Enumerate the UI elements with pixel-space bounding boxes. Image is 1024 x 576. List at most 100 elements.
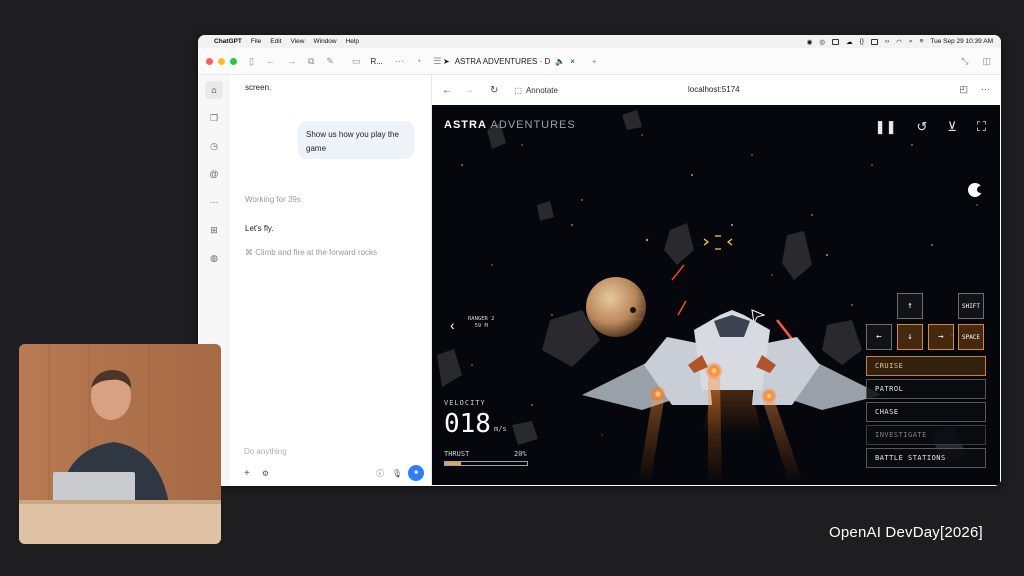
joystick-icon[interactable]: ⊻	[947, 119, 957, 135]
key-space[interactable]: SPACE	[958, 324, 984, 350]
velocity-label: VELOCITY	[444, 399, 486, 407]
clock-text[interactable]: Tue Sep 29 10:39 AM	[930, 38, 993, 45]
sidebar-toggle-icon[interactable]: ▯	[249, 56, 254, 67]
braces-icon[interactable]: {}	[860, 38, 864, 45]
browser-tab-title: ASTRA ADVENTURES · D	[454, 57, 551, 66]
new-window-icon[interactable]: ⧉	[308, 56, 314, 67]
chevron-left-icon[interactable]: ‹	[450, 317, 455, 333]
add-attachment-icon[interactable]: +	[244, 468, 250, 479]
collapse-icon[interactable]: ⤡	[961, 56, 968, 67]
mode-battle-stations[interactable]: BATTLE STATIONS	[866, 448, 986, 468]
browser-pane: ← → ↻ ⬚ Annotate localhost:5174 ◰ ··· AS…	[431, 75, 1001, 486]
search-icon[interactable]: ⌕	[909, 38, 913, 46]
annotate-icon: ⬚	[514, 85, 522, 95]
extension-icon[interactable]: ◰	[959, 84, 968, 95]
game-title: ASTRA ADVENTURES	[444, 119, 576, 131]
forward-icon[interactable]: →	[287, 56, 296, 66]
ranger-marker: RANGER 2 59 M	[468, 316, 495, 330]
menu-window[interactable]: Window	[313, 38, 336, 45]
checklist-icon[interactable]: ☰	[433, 56, 441, 67]
control-center-icon[interactable]: ≡	[920, 38, 924, 45]
moon-icon[interactable]	[968, 183, 984, 197]
close-window-button[interactable]	[206, 57, 213, 65]
microphone-icon[interactable]: 🎙	[392, 469, 402, 478]
user-message-text: Show us how you play the game	[306, 130, 399, 153]
annotate-button[interactable]: ⬚ Annotate	[514, 86, 558, 95]
back-icon[interactable]: ←	[266, 56, 275, 66]
composer-bar: + ⚙ ⓘ 🎙 ■	[238, 463, 424, 483]
browser-tab[interactable]: ➤ ASTRA ADVENTURES · D 🔈 × +	[443, 48, 597, 75]
chat-panel: screen. Show us how you play the game Wo…	[230, 75, 431, 486]
jupiter-planet	[586, 277, 646, 337]
battery-icon[interactable]	[870, 38, 878, 45]
browser-menu-icon[interactable]: ···	[981, 84, 990, 94]
mode-cruise[interactable]: CRUISE	[866, 356, 986, 376]
mode-chase[interactable]: CHASE	[866, 402, 986, 422]
pause-icon[interactable]: ❚❚	[875, 119, 897, 135]
reload-icon[interactable]: ↻	[490, 85, 498, 96]
menu-help[interactable]: Help	[346, 38, 359, 45]
shield-icon[interactable]: ◍	[205, 249, 223, 267]
speaker-icon[interactable]: 🔈	[555, 57, 565, 66]
mode-investigate[interactable]: INVESTIGATE	[866, 425, 986, 445]
more-options-icon[interactable]: ···	[205, 193, 223, 211]
working-status[interactable]: Working for 39s	[245, 195, 301, 204]
fullscreen-icon[interactable]: ⛶	[977, 119, 986, 135]
apps-grid-icon[interactable]: ⊞	[205, 221, 223, 239]
compose-icon[interactable]: ✎	[326, 56, 334, 67]
devday-brand: OpenAI DevDay[2026]	[829, 524, 983, 541]
stop-button[interactable]: ■	[408, 465, 424, 481]
browser-forward-icon[interactable]: →	[464, 85, 474, 96]
new-tab-icon[interactable]: +	[592, 57, 597, 66]
cursor-tab-icon: ➤	[443, 57, 450, 66]
thrust-bar[interactable]	[444, 461, 528, 466]
key-shift[interactable]: SHIFT	[958, 293, 984, 319]
menu-file[interactable]: File	[251, 38, 261, 45]
gauge-icon[interactable]: ◔	[416, 56, 421, 66]
history-icon[interactable]: ◷	[205, 137, 223, 155]
code-icon[interactable]: ‹›	[885, 38, 889, 45]
home-icon[interactable]: ⌂	[205, 81, 223, 99]
target-icon[interactable]: ◎	[819, 38, 825, 46]
record-icon[interactable]: ◉	[807, 38, 813, 46]
split-view-icon[interactable]: ◫	[982, 56, 991, 67]
user-message-bubble: Show us how you play the game	[298, 121, 414, 159]
address-bar: ← → ↻ ⬚ Annotate localhost:5174 ◰ ···	[432, 75, 1001, 105]
wifi-icon[interactable]: ◠	[896, 38, 902, 46]
key-up[interactable]: ↑	[897, 293, 923, 319]
ranger-name: RANGER 2	[468, 316, 495, 322]
zoom-window-button[interactable]	[230, 57, 237, 65]
window-icon[interactable]	[832, 38, 840, 45]
key-right[interactable]: →	[928, 324, 954, 350]
info-icon[interactable]: ⓘ	[376, 468, 384, 479]
mention-icon[interactable]: @	[205, 165, 223, 183]
mode-patrol[interactable]: PATROL	[866, 379, 986, 399]
game-canvas[interactable]: ASTRA ADVENTURES ❚❚ ↺ ⊻ ⛶ ‹ RANGER 2 59 …	[432, 105, 1000, 485]
documents-icon[interactable]: ❐	[205, 109, 223, 127]
menu-app-name[interactable]: ChatGPT	[214, 38, 242, 45]
key-left[interactable]: ←	[866, 324, 892, 350]
window-title[interactable]: R...	[370, 57, 382, 66]
url-field[interactable]: localhost:5174	[688, 85, 740, 94]
stop-icon: ■	[414, 470, 418, 476]
more-icon[interactable]: ···	[395, 56, 404, 66]
folder-icon[interactable]: ▭	[352, 56, 361, 67]
prior-message-text: screen.	[245, 83, 272, 92]
minimize-window-button[interactable]	[218, 57, 225, 65]
composer[interactable]: Do anything + ⚙ ⓘ 🎙 ■	[238, 447, 424, 483]
game-title-light: ADVENTURES	[490, 119, 576, 131]
window-toolbar: ▯ ← → ⧉ ✎ ▭ R... ··· ◔ ☰ ➤ ASTRA ADVENTU…	[198, 48, 1001, 75]
menu-view[interactable]: View	[291, 38, 305, 45]
stage: ChatGPT File Edit View Window Help ◉ ◎ ☁…	[0, 0, 1024, 576]
composer-input[interactable]: Do anything	[244, 447, 287, 456]
cloud-icon[interactable]: ☁	[846, 38, 853, 46]
thrust-label: THRUST	[444, 450, 470, 458]
restart-icon[interactable]: ↺	[916, 119, 927, 135]
menu-edit[interactable]: Edit	[270, 38, 281, 45]
traffic-lights	[206, 57, 237, 65]
browser-back-icon[interactable]: ←	[442, 85, 452, 96]
key-down[interactable]: ↓	[897, 324, 923, 350]
settings-icon[interactable]: ⚙	[262, 469, 269, 478]
menu-bar: ChatGPT File Edit View Window Help ◉ ◎ ☁…	[198, 35, 1001, 48]
tab-close-icon[interactable]: ×	[570, 57, 575, 66]
